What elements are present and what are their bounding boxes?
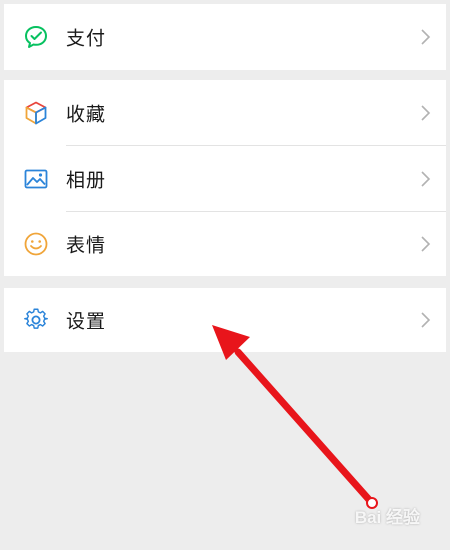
menu-item-album[interactable]: 相册: [4, 146, 446, 212]
wechat-pay-icon: [23, 24, 49, 50]
content-section: 收藏 相册 表情: [4, 80, 446, 276]
settings-menu-page: 支付 收藏 相册 表情 设置: [4, 0, 446, 550]
cube-icon: [23, 100, 49, 126]
watermark-logo: Bai 经验: [354, 508, 420, 527]
menu-item-stickers[interactable]: 表情: [4, 211, 446, 277]
menu-item-settings[interactable]: 设置: [4, 288, 446, 352]
settings-section: 设置: [4, 288, 446, 352]
menu-item-pay-label: 支付: [66, 27, 107, 50]
chevron-right-icon: [420, 28, 432, 46]
chevron-right-icon: [420, 170, 432, 188]
menu-item-album-label: 相册: [66, 169, 107, 192]
chevron-right-icon: [420, 311, 432, 329]
menu-item-pay[interactable]: 支付: [4, 4, 446, 70]
menu-item-favorites[interactable]: 收藏: [4, 80, 446, 146]
image-icon: [23, 166, 49, 192]
menu-item-stickers-label: 表情: [66, 234, 107, 257]
pay-section: 支付: [4, 4, 446, 70]
gear-icon: [23, 307, 49, 333]
smiley-icon: [23, 231, 49, 257]
chevron-right-icon: [420, 104, 432, 122]
chevron-right-icon: [420, 235, 432, 253]
menu-item-settings-label: 设置: [66, 310, 107, 333]
menu-item-favorites-label: 收藏: [66, 103, 107, 126]
